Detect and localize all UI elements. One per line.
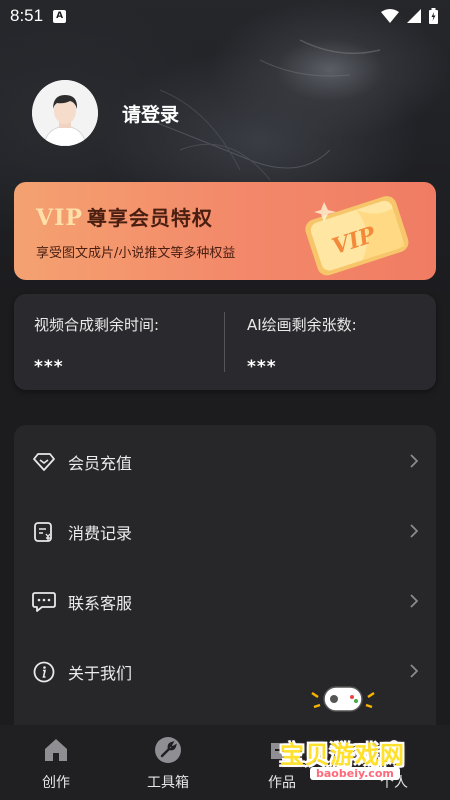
ai-remaining-label: AI绘画剩余张数: [247,316,357,334]
stat-divider [224,312,225,372]
receipt-icon [32,520,56,544]
signal-icon [407,9,421,23]
watermark-domain: baobeiy.com [310,767,400,780]
chevron-right-icon [410,664,418,678]
wifi-icon [381,9,399,23]
info-icon [32,660,56,684]
menu-item-label: 关于我们 [68,664,133,683]
home-icon [41,735,71,765]
watermark-text: 宝贝游戏网 [280,741,405,769]
menu-item-label: 联系客服 [68,594,133,613]
login-link[interactable]: 请登录 [122,100,179,127]
chevron-right-icon [410,594,418,608]
menu-item-label: 会员充值 [68,454,133,473]
vip-banner[interactable]: VIP 尊享会员特权 享受图文成片/小说推文等多种权益 VIP [14,182,436,280]
vip-word: VIP [36,205,83,231]
battery-icon [429,8,438,24]
ai-remaining-value: *** [247,357,277,377]
video-remaining-value: *** [34,357,64,377]
gamepad-icon [311,686,375,712]
avatar[interactable] [32,80,98,146]
vip-card-icon: VIP [305,196,409,276]
menu-item-records[interactable]: 消费记录 [14,497,436,567]
video-remaining-label: 视频合成剩余时间: [34,316,160,334]
watermark: 宝贝游戏网 baobeiy.com [280,686,445,790]
status-bar: 8:51 A [0,0,450,32]
vip-subtitle: 享受图文成片/小说推文等多种权益 [36,246,236,261]
video-remaining: 视频合成剩余时间: *** [34,314,159,377]
nav-label: 工具箱 [147,775,189,791]
balance-card: 视频合成剩余时间: *** AI绘画剩余张数: *** [14,294,436,390]
status-notification-icon: A [53,9,67,23]
chevron-right-icon [410,524,418,538]
menu-item-support[interactable]: 联系客服 [14,567,436,637]
avatar-person-icon [32,80,98,146]
settings-menu: 会员充值 消费记录 联系客服 关于我们 [14,425,436,725]
status-time: 8:51 [10,6,44,25]
nav-label: 创作 [42,775,70,791]
nav-tab-create[interactable]: 创作 [16,735,96,792]
vip-title-row: VIP 尊享会员特权 [36,202,213,231]
vip-title: 尊享会员特权 [86,206,213,230]
ai-remaining: AI绘画剩余张数: *** [247,314,357,377]
menu-item-label: 消费记录 [68,524,133,543]
menu-item-recharge[interactable]: 会员充值 [14,427,436,497]
wrench-icon [153,735,183,765]
nav-tab-toolbox[interactable]: 工具箱 [128,735,208,792]
profile-header[interactable]: 请登录 [32,80,179,146]
status-icons [381,8,438,24]
chat-icon [32,590,56,614]
chevron-right-icon [410,454,418,468]
diamond-icon [32,450,56,474]
